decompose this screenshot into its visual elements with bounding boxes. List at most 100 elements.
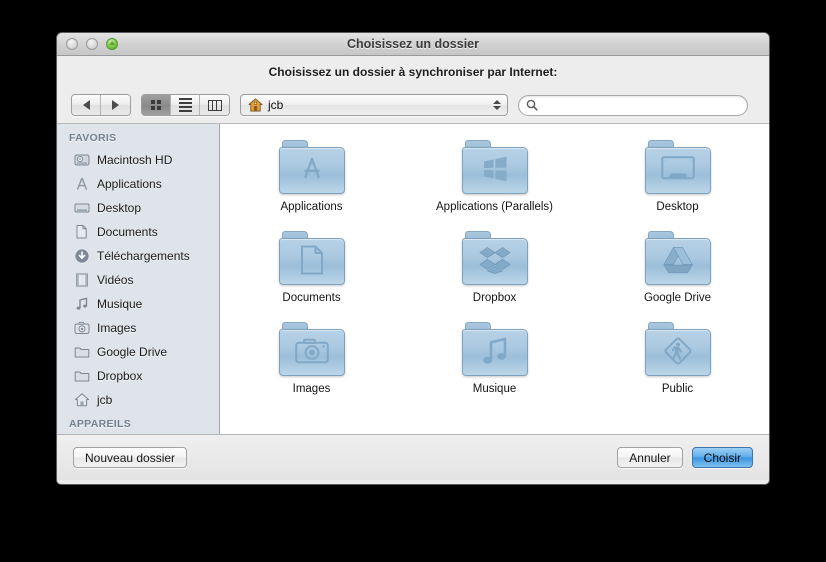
movies-icon [76, 273, 88, 287]
list-icon [178, 98, 192, 112]
column-view-button[interactable] [200, 95, 229, 115]
file-item-documents[interactable]: Documents [220, 225, 403, 304]
sidebar-item-jcb[interactable]: jcb [57, 388, 219, 412]
camera-glyph [294, 338, 329, 363]
file-item-applications-parallels[interactable]: Applications (Parallels) [403, 134, 586, 213]
chevron-left-icon [82, 100, 90, 110]
grid-icon [151, 100, 161, 110]
home-icon [74, 393, 90, 407]
monitor-glyph [660, 155, 695, 179]
stepper-arrows-icon [493, 100, 501, 110]
sidebar-item-musique[interactable]: Musique [57, 292, 219, 316]
app-store-glyph [303, 157, 320, 178]
desktop-icon [74, 203, 90, 213]
downloads-icon [75, 249, 89, 263]
file-grid: Applications Applications (Parallels) De… [220, 134, 769, 395]
file-browser-area[interactable]: Applications Applications (Parallels) De… [220, 124, 769, 434]
sidebar-header-appareils: APPAREILS [69, 418, 132, 430]
sidebar-item-documents[interactable]: Documents [57, 220, 219, 244]
folder-icon [278, 322, 345, 377]
documents-icon [76, 225, 87, 239]
file-item-dropbox[interactable]: Dropbox [403, 225, 586, 304]
file-item-label: Dropbox [472, 292, 517, 304]
file-item-label: Public [661, 383, 694, 395]
file-item-label: Musique [472, 383, 517, 395]
navigation-toolbar: jcb [57, 87, 769, 123]
file-item-label: Documents [282, 292, 341, 304]
home-icon [248, 98, 263, 112]
sidebar-item-label: Documents [97, 225, 158, 239]
search-input[interactable] [543, 99, 733, 111]
note-glyph [482, 337, 506, 364]
file-item-google-drive[interactable]: Google Drive [586, 225, 769, 304]
folder-icon [74, 371, 90, 382]
window-title: Choisissez un dossier [347, 37, 479, 51]
file-item-label: Applications (Parallels) [436, 201, 553, 213]
sidebar-item-label: Desktop [97, 201, 142, 215]
sidebar-item-label: Applications [97, 177, 162, 191]
file-item-label: Desktop [656, 201, 699, 213]
chevron-right-icon [112, 100, 119, 110]
columns-icon [207, 99, 222, 111]
forward-button[interactable] [101, 95, 130, 115]
applications-icon [76, 177, 88, 190]
folder-icon [278, 231, 345, 286]
sidebar-item-desktop[interactable]: Desktop [57, 196, 219, 220]
file-item-label: Google Drive [643, 292, 712, 304]
new-folder-button[interactable]: Nouveau dossier [73, 447, 188, 468]
file-item-applications[interactable]: Applications [220, 134, 403, 213]
folder-icon [461, 140, 528, 195]
drive-glyph [662, 246, 693, 273]
sidebar-item-applications[interactable]: Applications [57, 172, 219, 196]
dialog-body: FAVORIS Macintosh HD Applications Deskto… [57, 123, 769, 434]
sidebar-item-label: Vidéos [97, 273, 134, 287]
sidebar-item-macintosh-hd[interactable]: Macintosh HD [57, 148, 219, 172]
sidebar-item-label: Dropbox [97, 369, 143, 383]
sidebar-item-videos[interactable]: Vidéos [57, 268, 219, 292]
sidebar-item-label: Images [97, 321, 137, 335]
folder-icon [644, 140, 711, 195]
document-glyph [300, 245, 323, 275]
sidebar-item-label: Macintosh HD [97, 153, 173, 167]
file-item-desktop[interactable]: Desktop [586, 134, 769, 213]
folder-icon [74, 347, 90, 358]
sidebar-item-label: Google Drive [97, 345, 168, 359]
minimize-button[interactable] [86, 38, 98, 50]
sidebar[interactable]: FAVORIS Macintosh HD Applications Deskto… [57, 124, 220, 434]
cancel-button[interactable]: Annuler [617, 447, 683, 468]
file-item-label: Images [292, 383, 331, 395]
sidebar-item-google-drive[interactable]: Google Drive [57, 340, 219, 364]
icon-view-button[interactable] [142, 95, 171, 115]
path-popup-label: jcb [268, 98, 284, 112]
sidebar-item-label: Téléchargements [97, 249, 190, 263]
choose-button[interactable]: Choisir [691, 447, 753, 468]
sidebar-item-label: Musique [97, 297, 143, 311]
sidebar-header-favoris: FAVORIS [69, 132, 117, 144]
file-item-musique[interactable]: Musique [403, 316, 586, 395]
hard-disk-icon [74, 154, 90, 166]
sidebar-item-images[interactable]: Images [57, 316, 219, 340]
pictures-icon [74, 321, 90, 334]
history-nav-group [71, 94, 131, 116]
sidebar-item-dropbox[interactable]: Dropbox [57, 364, 219, 388]
folder-icon [461, 322, 528, 377]
prompt-text: Choisissez un dossier à synchroniser par… [268, 64, 558, 79]
list-view-button[interactable] [171, 95, 200, 115]
file-item-images[interactable]: Images [220, 316, 403, 395]
folder-icon [278, 140, 345, 195]
close-button[interactable] [66, 38, 78, 50]
sidebar-item-telechargements[interactable]: Téléchargements [57, 244, 219, 268]
path-popup-button[interactable]: jcb [240, 94, 508, 116]
back-button[interactable] [72, 95, 101, 115]
traffic-lights [66, 38, 118, 50]
file-item-public[interactable]: Public [586, 316, 769, 395]
choose-folder-dialog: Choisissez un dossier Choisissez un doss… [56, 32, 770, 485]
prompt-bar: Choisissez un dossier à synchroniser par… [57, 56, 769, 87]
music-icon [76, 297, 88, 310]
sidebar-item-label: jcb [97, 393, 113, 407]
windows-glyph [483, 156, 506, 181]
zoom-button[interactable] [106, 38, 118, 50]
dropbox-glyph [478, 246, 511, 274]
folder-icon [461, 231, 528, 286]
search-field[interactable] [518, 94, 748, 116]
